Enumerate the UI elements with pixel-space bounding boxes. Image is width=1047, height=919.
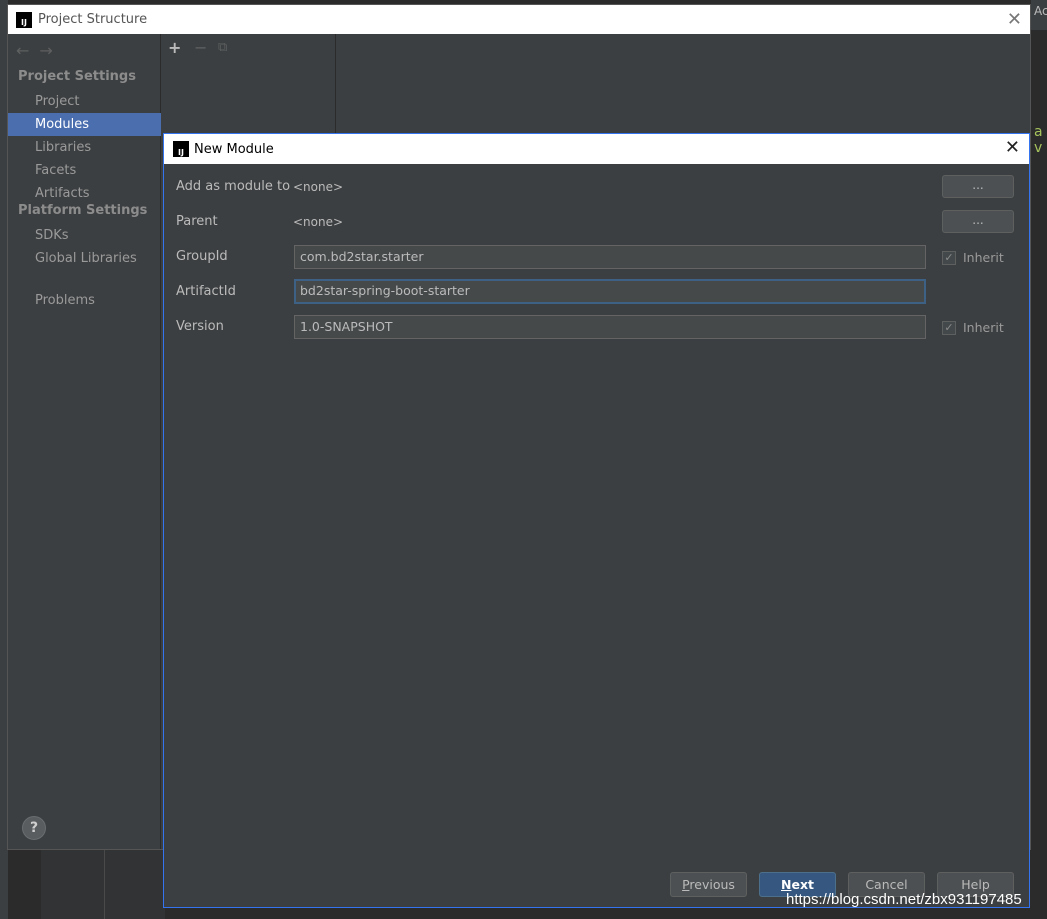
previous-label: revious xyxy=(689,877,735,892)
parent-value: <none> xyxy=(293,215,344,229)
parent-browse-button[interactable]: ... xyxy=(942,210,1014,233)
background-editor-text: a v xyxy=(1034,124,1043,156)
project-structure-sidebar: ←→ Project Settings Project Modules Libr… xyxy=(8,34,161,849)
add-icon[interactable]: + xyxy=(168,38,181,57)
sidebar-item-artifacts[interactable]: Artifacts xyxy=(8,182,161,205)
sidebar-item-libraries[interactable]: Libraries xyxy=(8,136,161,159)
help-icon[interactable]: ? xyxy=(22,816,46,840)
sidebar-item-facets[interactable]: Facets xyxy=(8,159,161,182)
sidebar-item-modules[interactable]: Modules xyxy=(8,113,161,136)
add-as-module-to-browse-button[interactable]: ... xyxy=(942,175,1014,198)
sidebar-item-problems[interactable]: Problems xyxy=(8,289,161,312)
section-project-settings: Project Settings xyxy=(18,69,136,84)
new-module-dialog: IJ New Module ✕ Add as module to <none> … xyxy=(163,133,1030,908)
intellij-app-icon: IJ xyxy=(173,141,189,157)
checkbox-checked-icon[interactable]: ✓ xyxy=(942,320,956,335)
background-ide-divider xyxy=(104,850,105,919)
artifact-id-label: ArtifactId xyxy=(176,284,236,299)
next-mnemonic: N xyxy=(781,877,792,892)
back-arrow-icon[interactable]: ← xyxy=(16,41,39,60)
group-id-field[interactable]: com.bd2star.starter xyxy=(294,245,926,269)
add-as-module-to-label: Add as module to xyxy=(176,179,291,194)
nav-arrows: ←→ xyxy=(16,41,63,60)
forward-arrow-icon[interactable]: → xyxy=(39,41,62,60)
section-platform-settings: Platform Settings xyxy=(18,203,148,218)
watermark: https://blog.csdn.net/zbx931197485 xyxy=(786,891,1022,908)
background-ide-panel xyxy=(40,850,165,919)
checkbox-checked-icon[interactable]: ✓ xyxy=(942,250,956,265)
intellij-app-icon: IJ xyxy=(16,11,32,28)
group-id-inherit[interactable]: ✓ Inherit xyxy=(942,250,1004,265)
project-structure-title: Project Structure xyxy=(38,12,148,27)
sidebar-item-sdks[interactable]: SDKs xyxy=(8,224,161,247)
version-field[interactable]: 1.0-SNAPSHOT xyxy=(294,315,926,339)
close-icon[interactable]: ✕ xyxy=(1005,137,1020,158)
add-as-module-to-value: <none> xyxy=(293,180,344,194)
inherit-label: Inherit xyxy=(963,320,1004,335)
inherit-label: Inherit xyxy=(963,250,1004,265)
version-label: Version xyxy=(176,319,224,334)
sidebar-item-global-libraries[interactable]: Global Libraries xyxy=(8,247,161,270)
close-icon[interactable]: ✕ xyxy=(1007,9,1022,30)
next-label: ext xyxy=(791,877,814,892)
new-module-titlebar: IJ New Module ✕ xyxy=(164,134,1029,164)
background-toolbar-text: Ac xyxy=(1034,4,1047,18)
parent-label: Parent xyxy=(176,214,218,229)
new-module-title: New Module xyxy=(194,141,274,157)
artifact-id-field[interactable]: bd2star-spring-boot-starter xyxy=(294,279,926,304)
sidebar-item-project[interactable]: Project xyxy=(8,90,161,113)
project-structure-titlebar: IJ Project Structure ✕ xyxy=(8,5,1030,34)
previous-button[interactable]: Previous xyxy=(670,872,747,897)
copy-icon[interactable]: ⧉ xyxy=(218,40,227,55)
remove-icon[interactable]: − xyxy=(194,38,207,57)
version-inherit[interactable]: ✓ Inherit xyxy=(942,320,1004,335)
group-id-label: GroupId xyxy=(176,249,228,264)
